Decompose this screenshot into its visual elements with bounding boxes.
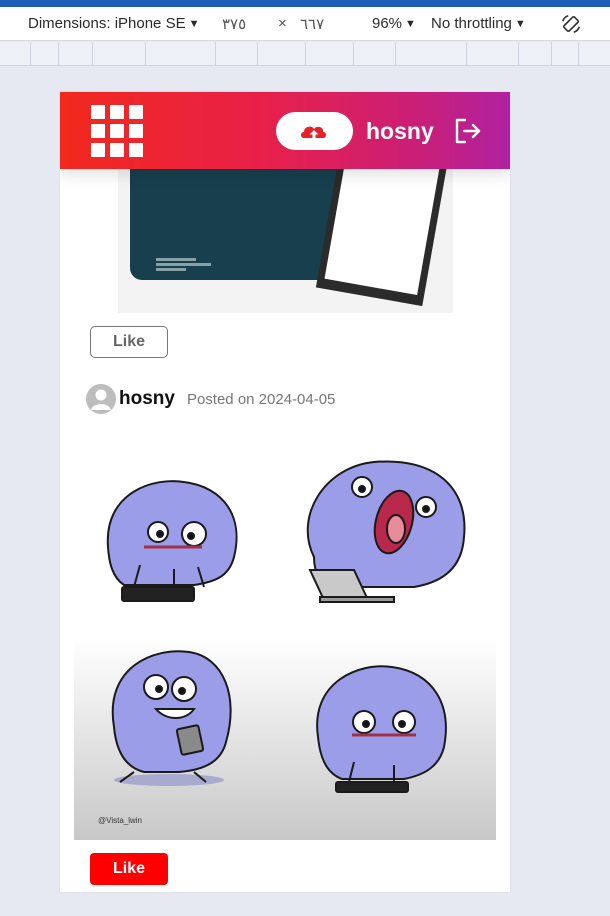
device-viewport: Like hosny Posted on 2024-04-05 @Vista_l… [60, 92, 510, 892]
devtools-media-ruler [0, 42, 610, 66]
svg-text:@Vista_lwin: @Vista_lwin [98, 816, 142, 825]
times-sign: × [278, 15, 287, 32]
throttling-dropdown[interactable]: No throttling ▼ [431, 15, 526, 32]
rotate-device-icon[interactable] [560, 13, 582, 35]
user-icon [91, 389, 111, 410]
blob-comic-illustration: @Vista_lwin [74, 437, 496, 840]
apps-grid-icon[interactable] [91, 105, 143, 157]
dimensions-label: Dimensions: iPhone SE [28, 15, 186, 32]
browser-top-border [0, 0, 610, 7]
header-username[interactable]: hosny [366, 118, 434, 145]
zoom-dropdown[interactable]: 96% ▼ [372, 15, 416, 32]
post-header: hosny Posted on 2024-04-05 [86, 384, 335, 414]
app-header: hosny [60, 92, 510, 169]
devtools-device-toolbar: Dimensions: iPhone SE ▼ ٣٧٥ × ٦٦٧ 96% ▼ … [0, 7, 610, 41]
post-author[interactable]: hosny [119, 388, 175, 410]
width-input[interactable]: ٣٧٥ [222, 15, 246, 33]
feed: Like hosny Posted on 2024-04-05 @Vista_l… [60, 92, 510, 892]
post-date: Posted on 2024-04-05 [186, 390, 336, 408]
height-input[interactable]: ٦٦٧ [300, 15, 324, 33]
chevron-down-icon: ▼ [405, 17, 416, 30]
like-button[interactable]: Like [90, 326, 168, 358]
device-dimensions-dropdown[interactable]: Dimensions: iPhone SE ▼ [28, 15, 199, 32]
logout-icon[interactable] [454, 118, 482, 144]
cloud-upload-icon [301, 126, 326, 138]
avatar[interactable] [86, 384, 116, 414]
post-image-blob-comic: @Vista_lwin [74, 437, 496, 840]
chevron-down-icon: ▼ [514, 17, 526, 30]
upload-button[interactable] [276, 112, 353, 150]
chevron-down-icon: ▼ [188, 17, 200, 30]
like-button-active[interactable]: Like [90, 853, 168, 885]
